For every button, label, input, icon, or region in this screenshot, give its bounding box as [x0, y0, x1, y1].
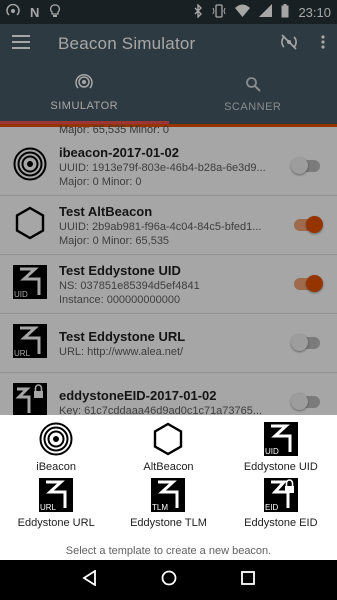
template-bottom-sheet: iBeacon AltBeacon UID Eddystone UID URL [0, 415, 337, 560]
eddystone-uid-icon: UID [263, 421, 298, 461]
svg-text:EID: EID [265, 503, 279, 512]
template-eddystone-uid[interactable]: UID Eddystone UID [225, 421, 337, 479]
eddystone-eid-icon: EID [263, 477, 298, 517]
template-eddystone-tlm[interactable]: TLM Eddystone TLM [112, 477, 224, 535]
template-label: Eddystone EID [244, 517, 318, 529]
template-eddystone-eid[interactable]: EID Eddystone EID [225, 477, 337, 535]
altbeacon-icon [152, 422, 184, 461]
template-altbeacon[interactable]: AltBeacon [112, 422, 224, 479]
template-label: Eddystone TLM [130, 517, 207, 529]
eddystone-url-icon: URL [39, 477, 74, 517]
sheet-hint: Select a template to create a new beacon… [65, 545, 272, 557]
svg-text:URL: URL [40, 503, 57, 512]
template-label: AltBeacon [143, 461, 194, 473]
template-label: iBeacon [36, 461, 77, 473]
system-nav-bar [0, 560, 337, 600]
template-label: Eddystone UID [243, 461, 318, 473]
template-eddystone-url[interactable]: URL Eddystone URL [0, 477, 112, 535]
ibeacon-icon [39, 422, 73, 461]
template-label: Eddystone URL [17, 517, 95, 529]
home-icon[interactable] [161, 570, 177, 591]
template-ibeacon[interactable]: iBeacon [0, 422, 112, 479]
modal-scrim[interactable] [0, 0, 337, 415]
svg-text:TLM: TLM [152, 503, 168, 512]
back-icon[interactable] [82, 568, 98, 591]
svg-text:UID: UID [265, 447, 279, 456]
eddystone-tlm-icon: TLM [151, 477, 186, 517]
recents-icon[interactable] [241, 570, 256, 590]
